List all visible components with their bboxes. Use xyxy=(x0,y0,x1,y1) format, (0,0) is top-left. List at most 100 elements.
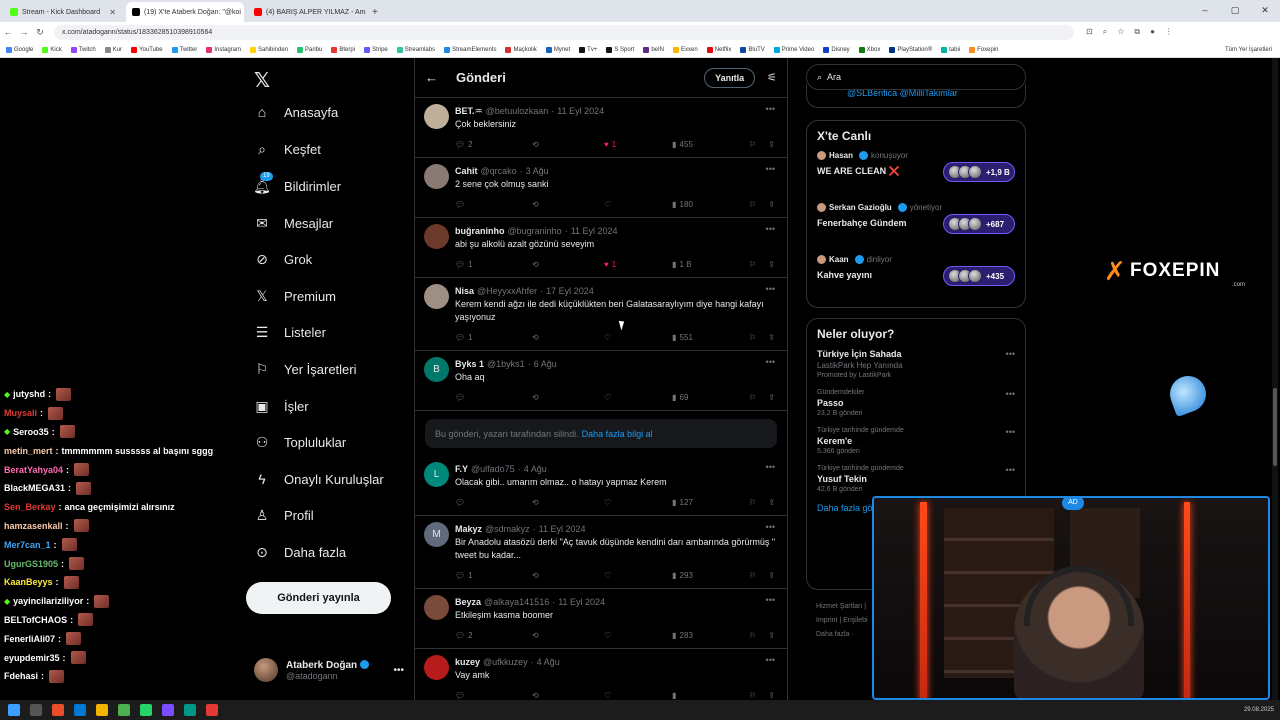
bookmark-item[interactable]: Instagram xyxy=(206,46,241,53)
tweet-author-handle[interactable]: @1byks1 xyxy=(487,359,525,369)
views-button[interactable]: ▮ xyxy=(672,691,749,700)
reply-tweet[interactable]: B Byks 1 @1byks1 · 6 Ağu ••• Oha aq 💬︎ ⟲ ♡ ▮ 69 ⚐ ⇪ xyxy=(415,351,787,411)
bookmark-item[interactable]: S Sport xyxy=(606,46,634,53)
account-switcher[interactable]: Ataberk Doğan @atadogann ••• xyxy=(254,658,404,682)
bookmark-icon[interactable]: ⚐ xyxy=(749,691,756,700)
tweet-author-handle[interactable]: @alkaya141516 xyxy=(484,597,549,607)
reply-tweet[interactable]: BET.♒ @betuulozkaan · 11 Eyl 2024 ••• Çok bek… xyxy=(415,98,787,158)
trend-item[interactable]: Türkiye tarihinde gündemde Kerem'e 5.366 g… xyxy=(807,427,1025,455)
bookmark-item[interactable]: Streamlabs xyxy=(396,46,435,53)
search-input[interactable]: ⌕ Ara xyxy=(806,64,1026,90)
nav-profile[interactable]: ♙ Profil xyxy=(254,507,314,523)
tweet-date[interactable]: 4 Ağu xyxy=(537,657,560,667)
avatar[interactable] xyxy=(424,655,449,680)
chat-username[interactable]: Mer7can_1 xyxy=(4,540,51,550)
browser-tab[interactable]: Stream - Kick Dashboard ✕ xyxy=(4,2,122,22)
tweet-author-handle[interactable]: @HeyyxxAhfer xyxy=(477,286,537,296)
retweet-button[interactable]: ⟲ xyxy=(532,333,604,342)
profile-icon[interactable]: ● xyxy=(1150,27,1155,37)
url-field[interactable]: x.com/atadogann/status/18336285103989105… xyxy=(54,24,1074,40)
reply-button[interactable]: 💬︎ xyxy=(455,393,532,402)
footer-link[interactable]: Imprint | Erişilebi xyxy=(816,614,868,628)
tweet-author-handle[interactable]: @betuulozkaan xyxy=(486,106,549,116)
bookmark-item[interactable]: Paribu xyxy=(297,46,322,53)
reply-button[interactable]: 💬︎ 1 xyxy=(455,571,532,580)
bookmark-item[interactable]: Twitch xyxy=(70,46,96,53)
bookmark-item[interactable]: Maçkolik xyxy=(505,46,537,53)
page-scrollbar[interactable] xyxy=(1272,58,1278,700)
post-button[interactable]: Gönderi yayınla xyxy=(246,582,391,614)
share-icon[interactable]: ⇪ xyxy=(768,260,775,269)
footer-link[interactable]: Hizmet Şartları | xyxy=(816,600,868,614)
reply-tweet[interactable]: M Makyz @sdmakyz · 11 Eyl 2024 ••• Bir Anadolu… xyxy=(415,516,787,589)
tweet-author-handle[interactable]: @ufkkuzey xyxy=(483,657,528,667)
like-button[interactable]: ♥ 1 xyxy=(604,260,672,269)
share-icon[interactable]: ⇪ xyxy=(768,571,775,580)
chat-username[interactable]: eyupdemir35 xyxy=(4,653,60,663)
nav-more[interactable]: ⊙ Daha fazla xyxy=(254,544,346,560)
chat-username[interactable]: BELTofCHAOS xyxy=(4,615,67,625)
new-tab-icon[interactable]: + xyxy=(372,2,378,22)
tweet-author-name[interactable]: Byks 1 xyxy=(455,359,484,369)
like-button[interactable]: ♡ xyxy=(604,333,672,342)
bookmark-item[interactable]: StreamElements xyxy=(444,46,496,53)
share-icon[interactable]: ⇪ xyxy=(768,631,775,640)
avatar[interactable] xyxy=(424,104,449,129)
listener-pill[interactable]: +1,9 B xyxy=(943,162,1015,182)
like-button[interactable]: ♡ xyxy=(604,200,672,209)
share-icon[interactable]: ⇪ xyxy=(768,498,775,507)
views-button[interactable]: ▮ 1 B xyxy=(672,260,749,269)
views-button[interactable]: ▮ 293 xyxy=(672,571,749,580)
bookmark-icon[interactable]: ⚐ xyxy=(749,498,756,507)
tweet-date[interactable]: 4 Ağu xyxy=(524,464,547,474)
chat-username[interactable]: Sen_Berkay xyxy=(4,502,56,512)
views-button[interactable]: ▮ 180 xyxy=(672,200,749,209)
avatar[interactable] xyxy=(424,224,449,249)
forward-icon[interactable]: → xyxy=(16,27,32,37)
reply-tweet[interactable]: Cahit @qrcako · 3 Ağu ••• 2 sene çok olmuş sa… xyxy=(415,158,787,218)
bookmark-item[interactable]: Kur xyxy=(104,46,122,53)
reply-tweet[interactable]: kuzey @ufkkuzey · 4 Ağu ••• Vay amk 💬︎ ⟲ ♡ ▮ ⚐ ⇪ xyxy=(415,649,787,700)
more-dots-icon[interactable]: ••• xyxy=(766,357,775,367)
tweet-date[interactable]: 3 Ağu xyxy=(526,166,549,176)
retweet-button[interactable]: ⟲ xyxy=(532,631,604,640)
reply-button[interactable]: 💬︎ 1 xyxy=(455,260,532,269)
tweet-date[interactable]: 17 Eyl 2024 xyxy=(546,286,594,296)
reply-button[interactable]: 💬︎ xyxy=(455,691,532,700)
obs-icon[interactable] xyxy=(206,704,218,716)
views-button[interactable]: ▮ 283 xyxy=(672,631,749,640)
share-icon[interactable]: ⇪ xyxy=(768,140,775,149)
bookmark-icon[interactable]: ⚐ xyxy=(749,631,756,640)
share-icon[interactable]: ⇪ xyxy=(768,200,775,209)
nav-lists[interactable]: ☰ Listeler xyxy=(254,324,326,340)
maximize-icon[interactable]: ▢ xyxy=(1220,0,1250,22)
discord-icon[interactable] xyxy=(162,704,174,716)
bookmark-star-icon[interactable]: ☆ xyxy=(1117,27,1124,37)
bookmark-item[interactable]: Stripe xyxy=(364,46,388,53)
bookmark-item[interactable]: Google xyxy=(6,46,33,53)
chat-username[interactable]: metin_mert xyxy=(4,446,53,456)
tweet-author-name[interactable]: Nisa xyxy=(455,286,474,296)
avatar[interactable] xyxy=(424,595,449,620)
whatsapp-icon[interactable] xyxy=(140,704,152,716)
bookmark-item[interactable]: Prime Video xyxy=(773,46,814,53)
back-arrow-icon[interactable]: ← xyxy=(425,70,438,85)
tweet-author-name[interactable]: buğraninho xyxy=(455,226,505,236)
footer-link[interactable]: Daha fazla · xyxy=(816,628,868,642)
nav-home[interactable]: ⌂ Anasayfa xyxy=(254,104,338,120)
nav-verified-orgs[interactable]: ϟ Onaylı Kuruluşlar xyxy=(254,471,383,487)
scrollbar-thumb[interactable] xyxy=(1273,388,1277,466)
live-space[interactable]: Kaan dinliyor Kahve yayını +435 xyxy=(807,253,1025,293)
tweet-date[interactable]: 11 Eyl 2024 xyxy=(539,524,586,534)
nav-communities[interactable]: ⚇ Topluluklar xyxy=(254,434,346,450)
bookmark-item[interactable]: Mynet xyxy=(545,46,570,53)
chat-username[interactable]: KaanBeyys xyxy=(4,577,53,587)
tweet-author-handle[interactable]: @bugraninho xyxy=(508,226,562,236)
bookmark-icon[interactable]: ⚐ xyxy=(749,260,756,269)
views-button[interactable]: ▮ 127 xyxy=(672,498,749,507)
retweet-button[interactable]: ⟲ xyxy=(532,691,604,700)
tweet-author-handle[interactable]: @sdmakyz xyxy=(485,524,530,534)
tweet-author-name[interactable]: Cahit xyxy=(455,166,478,176)
tweet-author-name[interactable]: BET.♒ xyxy=(455,106,483,117)
listener-pill[interactable]: +687 xyxy=(943,214,1015,234)
